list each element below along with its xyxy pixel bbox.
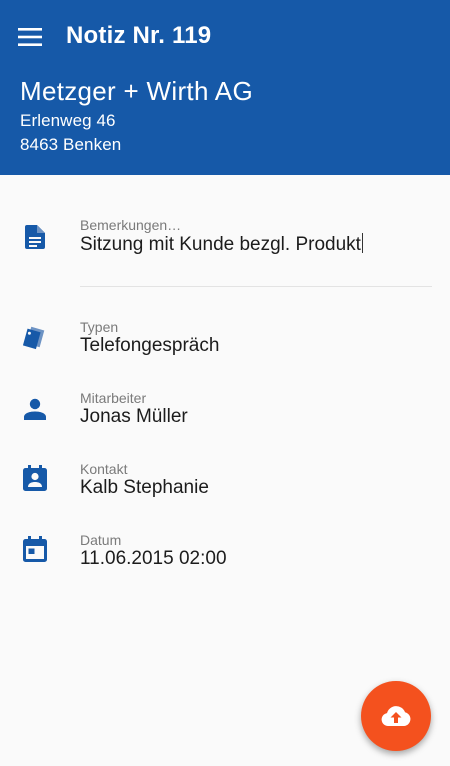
contact-value: Kalb Stephanie	[80, 477, 209, 498]
customer-street: Erlenweg 46	[20, 111, 116, 130]
customer-city: 8463 Benken	[20, 135, 122, 154]
employee-row[interactable]: Mitarbeiter Jonas Müller	[0, 388, 450, 438]
remarks-input[interactable]: Sitzung mit Kunde bezgl. Produkt	[80, 233, 363, 256]
text-cursor	[361, 233, 363, 253]
date-value: 11.06.2015 02:00	[80, 548, 227, 569]
date-row[interactable]: Datum 11.06.2015 02:00	[0, 530, 450, 580]
customer-name: Metzger + Wirth AG	[20, 76, 253, 106]
divider	[80, 286, 432, 287]
document-icon	[22, 224, 48, 250]
contact-card-icon	[22, 465, 48, 491]
page-title: Notiz Nr. 119	[66, 22, 212, 49]
person-icon	[22, 396, 48, 422]
remarks-label: Bemerkungen…	[80, 217, 182, 233]
calendar-icon	[22, 536, 48, 562]
type-value: Telefongespräch	[80, 335, 220, 356]
app-header: Notiz Nr. 119 Metzger + Wirth AG Erlenwe…	[0, 0, 450, 175]
contact-row[interactable]: Kontakt Kalb Stephanie	[0, 459, 450, 509]
tags-icon	[22, 324, 48, 350]
employee-value: Jonas Müller	[80, 406, 188, 427]
upload-fab-button[interactable]	[361, 681, 431, 751]
cloud-upload-icon	[381, 705, 411, 727]
type-row[interactable]: Typen Telefongespräch	[0, 317, 450, 367]
employee-label: Mitarbeiter	[80, 390, 147, 406]
type-label: Typen	[80, 319, 119, 335]
contact-label: Kontakt	[80, 461, 128, 477]
hamburger-menu-icon[interactable]	[14, 21, 46, 53]
date-label: Datum	[80, 532, 122, 548]
remarks-row[interactable]: Bemerkungen… Sitzung mit Kunde bezgl. Pr…	[0, 214, 450, 274]
remarks-value: Sitzung mit Kunde bezgl. Produkt	[80, 234, 361, 255]
toolbar: Notiz Nr. 119	[0, 0, 450, 72]
